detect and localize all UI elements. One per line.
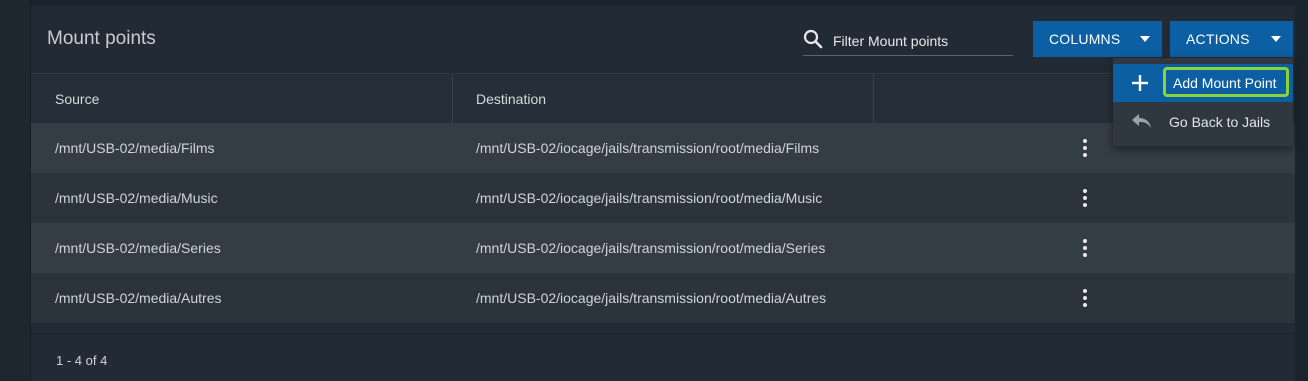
source-cell: /mnt/USB-02/media/Music (55, 190, 218, 206)
columns-button[interactable]: COLUMNS (1033, 21, 1162, 57)
table-row[interactable]: /mnt/USB-02/media/Films /mnt/USB-02/ioca… (31, 123, 1295, 173)
card-header: Mount points COLUMNS ACTIONS (31, 6, 1295, 73)
caret-down-icon (1271, 36, 1281, 42)
search-icon (803, 29, 823, 54)
table-row[interactable]: /mnt/USB-02/media/Series /mnt/USB-02/ioc… (31, 223, 1295, 273)
menu-item-label: Add Mount Point (1173, 75, 1277, 91)
row-menu-icon[interactable] (1075, 238, 1095, 258)
destination-cell: /mnt/USB-02/iocage/jails/transmission/ro… (476, 140, 820, 156)
row-menu-icon[interactable] (1075, 288, 1095, 308)
actions-button[interactable]: ACTIONS (1170, 21, 1293, 57)
destination-cell: /mnt/USB-02/iocage/jails/transmission/ro… (476, 190, 823, 206)
left-sidebar-edge (0, 0, 31, 380)
menu-item-go-back-to-jails[interactable]: Go Back to Jails (1113, 102, 1293, 140)
mount-points-card: Mount points COLUMNS ACTIONS Source Dest… (31, 6, 1295, 381)
plus-icon (1131, 74, 1149, 97)
caret-down-icon (1140, 36, 1150, 42)
reply-icon (1131, 112, 1153, 135)
source-cell: /mnt/USB-02/media/Films (55, 140, 215, 156)
columns-button-label: COLUMNS (1049, 31, 1121, 47)
row-menu-icon[interactable] (1075, 138, 1095, 158)
table-row[interactable]: /mnt/USB-02/media/Music /mnt/USB-02/ioca… (31, 173, 1295, 223)
table-header: Source Destination (31, 73, 1295, 124)
source-cell: /mnt/USB-02/media/Series (55, 240, 221, 256)
pagination-range: 1 - 4 of 4 (56, 353, 108, 368)
menu-item-label: Go Back to Jails (1169, 114, 1271, 130)
page-title: Mount points (47, 28, 156, 49)
column-header-destination[interactable]: Destination (453, 74, 874, 124)
column-header-source[interactable]: Source (31, 74, 453, 124)
menu-item-add-mount-point[interactable]: Add Mount Point (1113, 64, 1293, 102)
destination-cell: /mnt/USB-02/iocage/jails/transmission/ro… (476, 240, 826, 256)
destination-cell: /mnt/USB-02/iocage/jails/transmission/ro… (476, 290, 827, 306)
actions-dropdown-menu: Add Mount Point Go Back to Jails (1113, 58, 1293, 146)
table-footer: 1 - 4 of 4 (31, 333, 1295, 381)
actions-button-label: ACTIONS (1186, 31, 1250, 47)
row-menu-icon[interactable] (1075, 188, 1095, 208)
source-cell: /mnt/USB-02/media/Autres (55, 290, 222, 306)
table-row[interactable]: /mnt/USB-02/media/Autres /mnt/USB-02/ioc… (31, 273, 1295, 323)
table-body: /mnt/USB-02/media/Films /mnt/USB-02/ioca… (31, 123, 1295, 323)
filter-input[interactable] (833, 31, 1008, 51)
filter-field (803, 29, 1013, 56)
